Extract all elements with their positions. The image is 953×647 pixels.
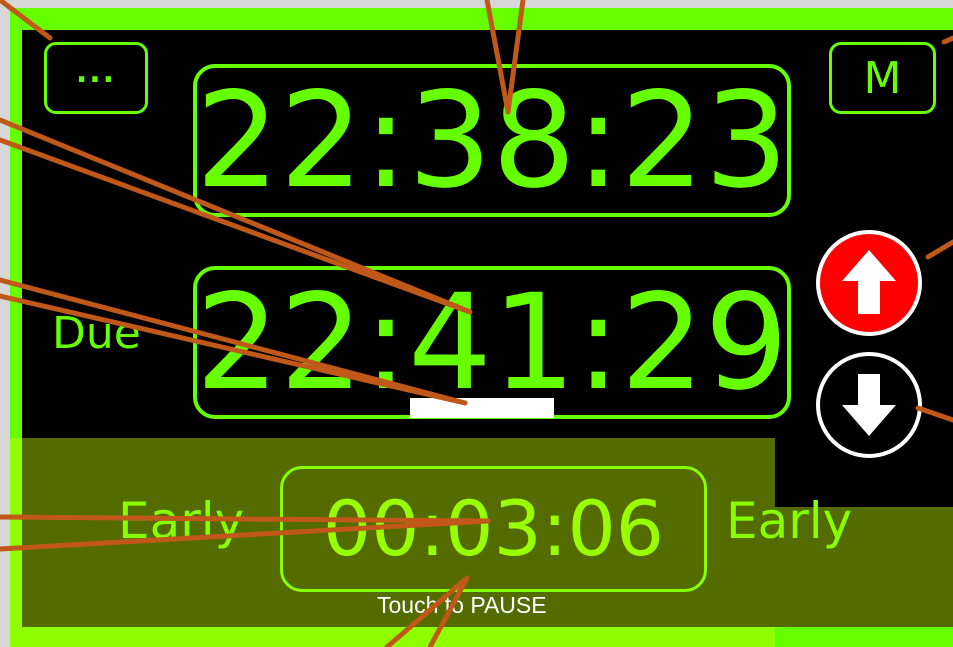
arrow-up-icon [842,250,896,314]
increase-button[interactable] [816,230,922,336]
arrow-down-icon [842,374,896,436]
edit-cursor [410,398,554,418]
menu-button-label: ... [75,54,117,90]
countdown-display[interactable]: 00:03:06 [280,466,707,592]
menu-button[interactable]: ... [44,42,148,114]
mode-button-label: M [863,52,902,104]
due-time-display[interactable]: 22:41:29 [193,266,791,419]
decrease-button[interactable] [816,352,922,458]
current-time-value: 22:38:23 [195,63,789,218]
status-label-left: Early [118,492,245,550]
status-label-right: Early [726,492,853,550]
countdown-value: 00:03:06 [322,484,665,573]
pause-hint: Touch to PAUSE [377,592,547,618]
current-time-display: 22:38:23 [193,64,791,217]
mode-button[interactable]: M [829,42,936,114]
due-label: Due [52,308,141,359]
due-time-value: 22:41:29 [195,265,789,420]
